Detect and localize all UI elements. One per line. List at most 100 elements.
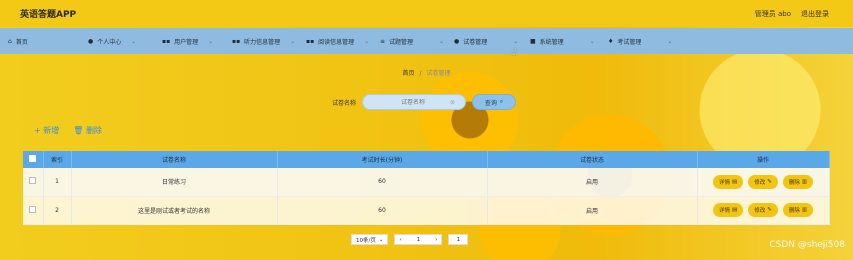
pin-icon: ♦ bbox=[608, 37, 614, 45]
paper-table: 索引 试卷名称 考试时长(分钟) 试卷状态 操作 1 日常练习 60 启用 详情… bbox=[23, 151, 830, 225]
page-size-value: 10条/页 bbox=[356, 237, 376, 244]
trash-icon: ▥ bbox=[801, 178, 808, 185]
cell-status: 启用 bbox=[487, 196, 698, 225]
edit-button[interactable]: 修改 ✎ bbox=[748, 203, 778, 217]
breadcrumb-current: 试卷管理 bbox=[426, 70, 451, 77]
nav-item-personal-center[interactable]: ● 个人中心 ⌄ bbox=[88, 37, 158, 46]
add-button[interactable]: + 新增 bbox=[34, 125, 59, 136]
col-header-index: 索引 bbox=[43, 151, 72, 168]
nav-label: 听力信息管理 bbox=[244, 38, 281, 46]
bulk-delete-label: 删除 bbox=[85, 126, 102, 135]
delete-button[interactable]: 删除 ▥ bbox=[782, 174, 814, 189]
nav-item-question-management[interactable]: ≡ 试题管理 ⌄ bbox=[380, 37, 452, 46]
search-icon: ⌕ bbox=[499, 98, 504, 105]
clear-icon: ⊗ bbox=[449, 98, 456, 106]
cell-index: 2 bbox=[43, 196, 72, 225]
chevron-down-icon: ⌄ bbox=[208, 37, 214, 45]
nav-label: 试卷管理 bbox=[463, 38, 488, 46]
chevron-down-icon: ⌄ bbox=[589, 37, 595, 45]
nav-label: 阅读信息管理 bbox=[318, 38, 355, 46]
col-header-actions: 操作 bbox=[697, 151, 830, 168]
nav-item-listening-management[interactable]: ▪▪ 听力信息管理 ⌄ bbox=[232, 37, 304, 46]
cell-duration: 60 bbox=[277, 168, 488, 197]
pencil-icon: ✎ bbox=[767, 207, 772, 213]
cell-status: 启用 bbox=[487, 168, 698, 197]
row-checkbox-cell[interactable] bbox=[23, 168, 44, 197]
nav-item-paper-management[interactable]: ● 试卷管理 ⌄ bbox=[454, 37, 528, 46]
select-all-checkbox[interactable] bbox=[29, 155, 37, 162]
search-button[interactable]: 查询 ⌕ bbox=[472, 94, 517, 110]
nav-item-home[interactable]: ⌂ 首页 bbox=[8, 37, 68, 46]
chevron-down-icon: ⌄ bbox=[364, 37, 370, 45]
header-user-area: 管理员 abo 退出登录 bbox=[755, 9, 829, 19]
cell-index: 1 bbox=[43, 168, 72, 197]
chevron-down-icon: ⌄ bbox=[667, 37, 673, 45]
logout-link[interactable]: 退出登录 bbox=[801, 9, 829, 19]
nav-label: 用户管理 bbox=[174, 38, 199, 46]
detail-button[interactable]: 详情 ▤ bbox=[712, 174, 744, 189]
bulk-delete-button[interactable]: 🗑 删除 bbox=[73, 125, 102, 136]
row-checkbox[interactable] bbox=[29, 205, 37, 213]
col-header-duration: 考试时长(分钟) bbox=[277, 151, 488, 168]
nav-item-user-management[interactable]: ▪▪ 用户管理 ⌄ bbox=[162, 37, 230, 46]
chevron-down-icon: ⌄ bbox=[131, 37, 137, 45]
cell-duration: 60 bbox=[277, 196, 488, 225]
nav-label: 个人中心 bbox=[97, 38, 122, 46]
hand-cursor-icon: ☝ bbox=[511, 47, 518, 58]
nav-item-exam-management[interactable]: ♦ 考试管理 ⌄ bbox=[608, 37, 684, 46]
delete-label: 删除 bbox=[788, 208, 800, 214]
table-row: 1 日常练习 60 启用 详情 ▤ 修改 ✎ 删除 ▥ bbox=[23, 168, 830, 197]
chevron-down-icon: ⌄ bbox=[378, 236, 384, 243]
nav-item-system-management[interactable]: ■ 系统管理 ⌄ bbox=[530, 37, 606, 46]
edit-button[interactable]: 修改 ✎ bbox=[748, 174, 778, 189]
trash-icon: ▥ bbox=[801, 207, 808, 213]
nav-label: 系统管理 bbox=[539, 38, 564, 46]
breadcrumb-separator: / bbox=[419, 70, 422, 77]
grid-icon: ▪▪ bbox=[306, 37, 315, 45]
cell-actions: 详情 ▤ 修改 ✎ 删除 ▥ bbox=[697, 168, 830, 197]
next-page-icon[interactable]: › bbox=[435, 237, 437, 243]
search-bar: 试卷名称 ⊗ 查询 ⌕ bbox=[332, 94, 517, 110]
search-button-label: 查询 bbox=[484, 99, 497, 107]
home-icon: ⌂ bbox=[8, 37, 12, 45]
row-checkbox-cell[interactable] bbox=[23, 196, 44, 225]
nav-label: 考试管理 bbox=[617, 38, 642, 46]
row-checkbox[interactable] bbox=[29, 177, 37, 185]
col-header-name: 试卷名称 bbox=[71, 151, 278, 168]
grid-icon: ▪▪ bbox=[162, 37, 171, 45]
main-nav: ⌂ 首页 ● 个人中心 ⌄ ▪▪ 用户管理 ⌄ ▪▪ 听力信息管理 ⌄ ▪▪ 阅… bbox=[0, 28, 853, 54]
top-header: 英语答题APP 管理员 abo 退出登录 bbox=[0, 0, 853, 27]
goto-page-input[interactable]: 1 bbox=[448, 234, 469, 245]
edit-label: 修改 bbox=[754, 208, 766, 214]
chevron-down-icon: ⌄ bbox=[439, 37, 445, 45]
search-label: 试卷名称 bbox=[332, 99, 357, 107]
detail-button[interactable]: 详情 ▤ bbox=[712, 203, 744, 217]
nav-item-reading-management[interactable]: ▪▪ 阅读信息管理 ⌄ bbox=[306, 37, 378, 46]
search-input-wrapper[interactable]: ⊗ bbox=[362, 94, 467, 110]
current-user-label: 管理员 abo bbox=[754, 9, 791, 18]
select-all-checkbox-cell[interactable] bbox=[23, 151, 44, 168]
breadcrumb-home[interactable]: 首页 bbox=[403, 70, 415, 77]
delete-button[interactable]: 删除 ▥ bbox=[782, 203, 814, 217]
search-input[interactable] bbox=[383, 98, 444, 106]
chevron-down-icon: ⌄ bbox=[513, 37, 519, 45]
cell-name: 这里是刚试或者考试的名称 bbox=[71, 196, 278, 225]
cell-actions: 详情 ▤ 修改 ✎ 删除 ▥ bbox=[697, 196, 830, 225]
pencil-icon: ✎ bbox=[767, 178, 772, 185]
user-icon: ● bbox=[454, 37, 460, 45]
nav-label: 试题管理 bbox=[389, 38, 414, 46]
page-navigator: ‹ 1 › bbox=[394, 234, 443, 245]
delete-label: 删除 bbox=[788, 179, 800, 186]
nav-label: 首页 bbox=[15, 38, 28, 46]
detail-label: 详情 bbox=[718, 179, 730, 186]
pagination: 10条/页 ⌄ ‹ 1 › 1 bbox=[351, 234, 469, 245]
page-size-select[interactable]: 10条/页 ⌄ bbox=[351, 234, 389, 245]
monitor-icon: ■ bbox=[530, 37, 536, 45]
cell-name: 日常练习 bbox=[71, 168, 278, 197]
col-header-status: 试卷状态 bbox=[487, 151, 698, 168]
watermark: CSDN @sheji508 bbox=[769, 240, 845, 250]
user-icon: ● bbox=[88, 37, 94, 45]
current-page[interactable]: 1 bbox=[417, 237, 421, 243]
document-icon: ▤ bbox=[731, 207, 738, 213]
prev-page-icon[interactable]: ‹ bbox=[399, 237, 401, 243]
